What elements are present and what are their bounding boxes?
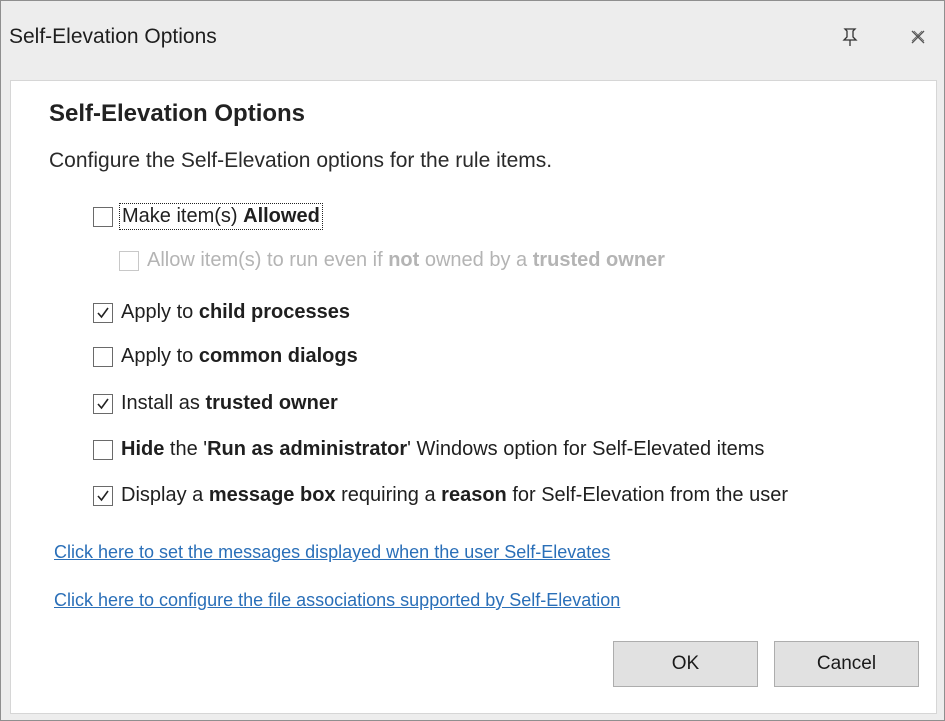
dialog-window: Self-Elevation Options Self-Elevation Op… [0, 0, 945, 721]
checkbox[interactable] [93, 206, 113, 227]
window-title: Self-Elevation Options [9, 25, 217, 48]
title-bar: Self-Elevation Options [2, 2, 943, 79]
option-hide-run-as-admin[interactable]: Hide the 'Run as administrator' Windows … [93, 438, 764, 461]
option-label: Allow item(s) to run even if not owned b… [147, 249, 665, 271]
checkbox[interactable] [93, 485, 113, 506]
messages-link[interactable]: Click here to set the messages displayed… [54, 542, 610, 563]
cancel-button[interactable]: Cancel [774, 641, 919, 687]
option-label: Install as trusted owner [121, 392, 338, 414]
option-label: Apply to child processes [121, 301, 351, 323]
pin-icon[interactable] [837, 24, 863, 50]
dialog-content: Self-Elevation Options Configure the Sel… [10, 80, 937, 714]
description-text: Configure the Self-Elevation options for… [49, 149, 553, 172]
page-title: Self-Elevation Options [49, 100, 306, 127]
checkbox[interactable] [93, 393, 113, 414]
option-install-trusted-owner[interactable]: Install as trusted owner [93, 392, 338, 415]
option-allow-untrusted-owner: Allow item(s) to run even if not owned b… [119, 249, 665, 272]
option-label: Display a message box requiring a reason… [121, 484, 788, 506]
option-label: Make item(s) Allowed [119, 203, 323, 230]
option-label: Apply to common dialogs [121, 345, 358, 367]
option-apply-child-processes[interactable]: Apply to child processes [93, 301, 350, 324]
checkbox[interactable] [93, 439, 113, 460]
option-apply-common-dialogs[interactable]: Apply to common dialogs [93, 345, 358, 368]
file-associations-link[interactable]: Click here to configure the file associa… [54, 590, 620, 611]
checkbox[interactable] [93, 302, 113, 323]
option-make-items-allowed[interactable]: Make item(s) Allowed [93, 203, 323, 230]
option-display-message-box[interactable]: Display a message box requiring a reason… [93, 484, 788, 507]
close-icon[interactable] [905, 24, 931, 50]
checkbox[interactable] [93, 346, 113, 367]
option-label: Hide the 'Run as administrator' Windows … [121, 438, 765, 460]
checkbox [119, 250, 139, 271]
ok-button[interactable]: OK [613, 641, 758, 687]
